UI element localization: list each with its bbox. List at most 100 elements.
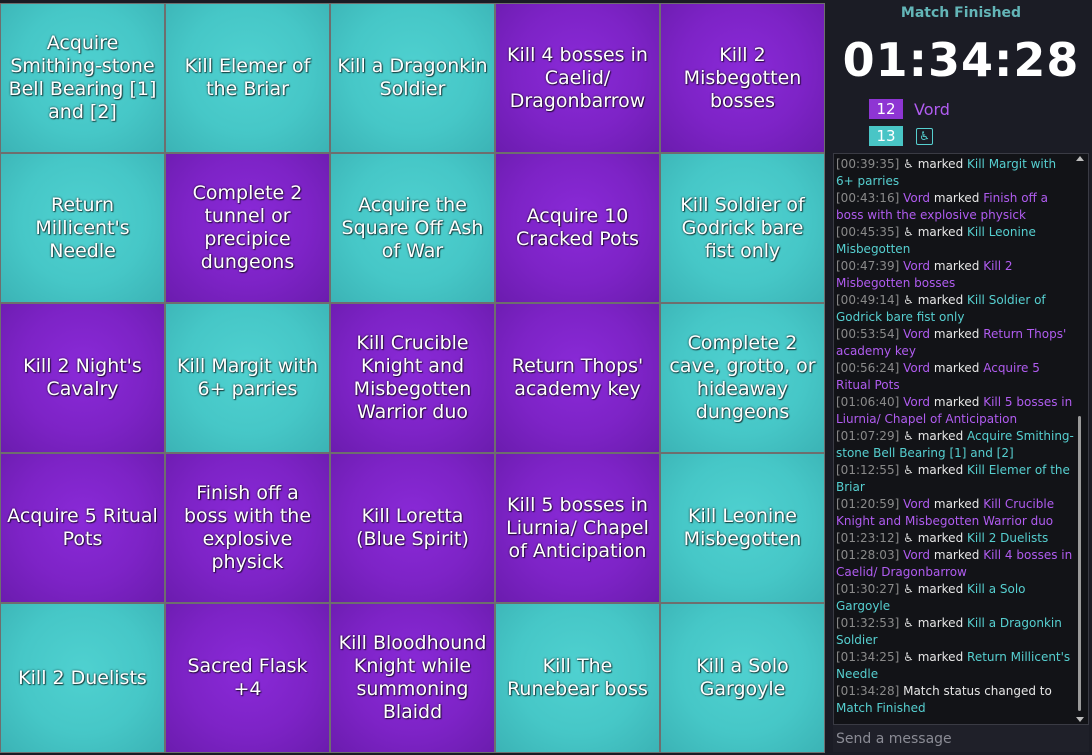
chat-log-panel[interactable]: [00:39:35] ♿ marked Kill Margit with 6+ … (833, 153, 1089, 725)
board-cell-label: Return Thops' academy key (511, 355, 644, 400)
chat-timestamp: [01:34:25] (836, 650, 900, 664)
chat-action: marked (917, 293, 964, 307)
board-cell-label: Acquire 10 Cracked Pots (515, 205, 640, 250)
board-cell[interactable]: Finish off a boss with the explosive phy… (165, 453, 330, 603)
board-cell[interactable]: Kill Leonine Misbegotten (660, 453, 825, 603)
board-cell-label: Kill 2 Duelists (18, 666, 147, 689)
chat-action: marked (917, 463, 964, 477)
chat-action: Match status changed to (903, 684, 1052, 698)
chat-timestamp: [01:20:59] (836, 497, 900, 511)
chat-player-name: Vord (903, 361, 931, 375)
board-cell[interactable]: Kill a Solo Gargoyle (660, 603, 825, 753)
chat-message: [00:39:35] ♿ marked Kill Margit with 6+ … (836, 156, 1074, 190)
board-cell-label: Kill Loretta (Blue Spirit) (356, 505, 469, 550)
board-cell[interactable]: Return Thops' academy key (495, 303, 660, 453)
chat-action: marked (933, 497, 980, 511)
board-cell-label: Acquire the Square Off Ash of War (341, 193, 484, 262)
board-cell-label: Kill a Solo Gargoyle (696, 655, 789, 700)
chat-timestamp: [01:06:40] (836, 395, 900, 409)
board-cell[interactable]: Kill a Dragonkin Soldier (330, 3, 495, 153)
chat-action: marked (933, 259, 980, 273)
chat-action: marked (917, 429, 964, 443)
board-cell-label: Kill a Dragonkin Soldier (337, 55, 488, 100)
chat-player-name: Vord (903, 191, 931, 205)
board-cell[interactable]: Kill 4 bosses in Caelid/ Dragonbarrow (495, 3, 660, 153)
match-status: Match Finished (900, 5, 1022, 21)
wheelchair-icon: ♿ (903, 582, 914, 596)
board-cell[interactable]: Kill 2 Misbegotten bosses (660, 3, 825, 153)
chat-player-name: Vord (903, 327, 931, 341)
board-cell-label: Kill 2 Night's Cavalry (23, 355, 142, 400)
board-cell[interactable]: Kill Soldier of Godrick bare fist only (660, 153, 825, 303)
board-cell-label: Sacred Flask +4 (187, 655, 308, 700)
chat-message: [01:34:28] Match status changed to Match… (836, 683, 1074, 717)
board-cell-label: Finish off a boss with the explosive phy… (183, 482, 312, 573)
board-cell[interactable]: Acquire Smithing-stone Bell Bearing [1] … (0, 3, 165, 153)
board-cell-label: Acquire Smithing-stone Bell Bearing [1] … (8, 32, 157, 123)
side-panel: Match Finished 01:34:28 12 Vord 13 ♿ [00… (830, 0, 1092, 755)
board-cell-label: Kill Crucible Knight and Misbegotten War… (353, 332, 472, 423)
board-cell[interactable]: Kill 2 Duelists (0, 603, 165, 753)
board-cell[interactable]: Kill Margit with 6+ parries (165, 303, 330, 453)
wheelchair-icon: ♿ (903, 463, 914, 477)
chat-action: marked (917, 650, 964, 664)
board-cell[interactable]: Kill Elemer of the Briar (165, 3, 330, 153)
chat-action: marked (917, 616, 964, 630)
scroll-down-arrow-icon[interactable] (1076, 717, 1084, 722)
chat-timestamp: [00:49:14] (836, 293, 900, 307)
board-cell[interactable]: Acquire the Square Off Ash of War (330, 153, 495, 303)
board-cell[interactable]: Return Millicent's Needle (0, 153, 165, 303)
scroll-thumb[interactable] (1078, 416, 1081, 711)
board-cell[interactable]: Kill Loretta (Blue Spirit) (330, 453, 495, 603)
chat-player-name: Vord (903, 259, 931, 273)
chat-player-name: Vord (903, 548, 931, 562)
board-cell-label: Kill 4 bosses in Caelid/ Dragonbarrow (507, 43, 648, 112)
board-cell-label: Kill Bloodhound Knight while summoning B… (338, 632, 487, 723)
player-score: 12 (869, 99, 903, 119)
chat-scrollbar[interactable] (1074, 156, 1086, 722)
board-cell[interactable]: Complete 2 cave, grotto, or hideaway dun… (660, 303, 825, 453)
board-cell[interactable]: Kill The Runebear boss (495, 603, 660, 753)
board-cell-label: Kill Margit with 6+ parries (177, 355, 318, 400)
chat-timestamp: [01:30:27] (836, 582, 900, 596)
chat-action: marked (933, 361, 980, 375)
chat-timestamp: [01:28:03] (836, 548, 900, 562)
chat-message-input[interactable] (833, 725, 1089, 752)
chat-message: [01:06:40] Vord marked Kill 5 bosses in … (836, 394, 1074, 428)
chat-timestamp: [00:47:39] (836, 259, 900, 273)
chat-timestamp: [01:07:29] (836, 429, 900, 443)
board-cell[interactable]: Kill 5 bosses in Liurnia/ Chapel of Anti… (495, 453, 660, 603)
board-cell[interactable]: Complete 2 tunnel or precipice dungeons (165, 153, 330, 303)
chat-message: [00:56:24] Vord marked Acquire 5 Ritual … (836, 360, 1074, 394)
wheelchair-icon: ♿ (903, 157, 914, 171)
board-cell[interactable]: Kill Crucible Knight and Misbegotten War… (330, 303, 495, 453)
wheelchair-icon: ♿ (903, 429, 914, 443)
chat-message: [01:12:55] ♿ marked Kill Elemer of the B… (836, 462, 1074, 496)
board-cell-label: Kill Elemer of the Briar (184, 55, 311, 100)
chat-message: [00:53:54] Vord marked Return Thops' aca… (836, 326, 1074, 360)
chat-action: marked (917, 225, 964, 239)
chat-action: marked (933, 327, 980, 341)
wheelchair-icon: ♿ (903, 616, 914, 630)
chat-action: marked (917, 582, 964, 596)
board-cell[interactable]: Acquire 10 Cracked Pots (495, 153, 660, 303)
chat-timestamp: [00:43:16] (836, 191, 900, 205)
board-cell-label: Kill 5 bosses in Liurnia/ Chapel of Anti… (506, 493, 649, 562)
wheelchair-icon: ♿ (916, 127, 933, 145)
board-cell[interactable]: Kill Bloodhound Knight while summoning B… (330, 603, 495, 753)
chat-message: [00:45:35] ♿ marked Kill Leonine Misbego… (836, 224, 1074, 258)
board-cell[interactable]: Kill 2 Night's Cavalry (0, 303, 165, 453)
chat-action: marked (917, 531, 964, 545)
chat-goal: Kill 2 Duelists (967, 531, 1049, 545)
bingo-board: Acquire Smithing-stone Bell Bearing [1] … (0, 3, 825, 755)
board-cell-label: Complete 2 cave, grotto, or hideaway dun… (669, 332, 816, 423)
chat-message: [00:43:16] Vord marked Finish off a boss… (836, 190, 1074, 224)
player-row-vord: 12 Vord (869, 98, 950, 120)
chat-action: marked (933, 395, 980, 409)
chat-goal: Match Finished (836, 701, 926, 715)
board-cell-label: Return Millicent's Needle (35, 193, 130, 262)
board-cell[interactable]: Sacred Flask +4 (165, 603, 330, 753)
board-cell[interactable]: Acquire 5 Ritual Pots (0, 453, 165, 603)
board-cell-label: Kill The Runebear boss (507, 655, 648, 700)
scroll-up-arrow-icon[interactable] (1076, 156, 1084, 161)
